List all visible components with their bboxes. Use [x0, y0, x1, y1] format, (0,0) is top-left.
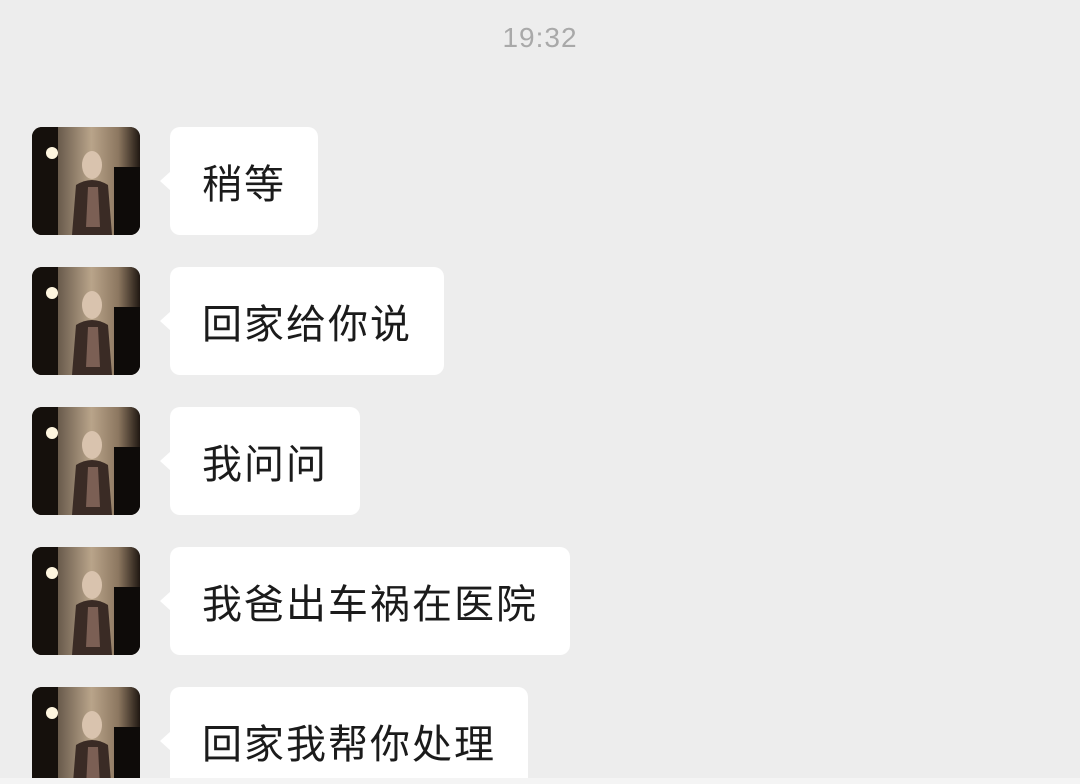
avatar-photo-icon	[32, 407, 140, 515]
avatar-photo-icon	[32, 687, 140, 784]
message-row: 稍等	[32, 127, 318, 235]
message-text: 回家给你说	[202, 302, 412, 348]
message-text: 我爸出车祸在医院	[202, 582, 538, 628]
avatar[interactable]	[32, 407, 140, 515]
message-text: 稍等	[202, 162, 286, 208]
avatar-photo-icon	[32, 127, 140, 235]
message-timestamp: 19:32	[502, 22, 578, 53]
avatar[interactable]	[32, 267, 140, 375]
message-text: 回家我帮你处理	[202, 722, 496, 768]
avatar-photo-icon	[32, 267, 140, 375]
message-bubble[interactable]: 我问问	[160, 407, 360, 515]
message-row: 我问问	[32, 407, 360, 515]
avatar[interactable]	[32, 547, 140, 655]
chat-window: 19:32 稍等 回家给你说 我问问 我爸出车祸在医院 回家我帮你处理	[0, 0, 1080, 784]
message-bubble[interactable]: 我爸出车祸在医院	[160, 547, 570, 655]
message-bubble[interactable]: 回家我帮你处理	[160, 687, 528, 784]
message-text: 我问问	[202, 442, 328, 488]
avatar[interactable]	[32, 127, 140, 235]
avatar-photo-icon	[32, 547, 140, 655]
message-row: 我爸出车祸在医院	[32, 547, 570, 655]
bottom-edge	[0, 778, 1080, 784]
message-row: 回家给你说	[32, 267, 444, 375]
message-bubble[interactable]: 稍等	[160, 127, 318, 235]
message-row: 回家我帮你处理	[32, 687, 528, 784]
avatar[interactable]	[32, 687, 140, 784]
message-bubble[interactable]: 回家给你说	[160, 267, 444, 375]
